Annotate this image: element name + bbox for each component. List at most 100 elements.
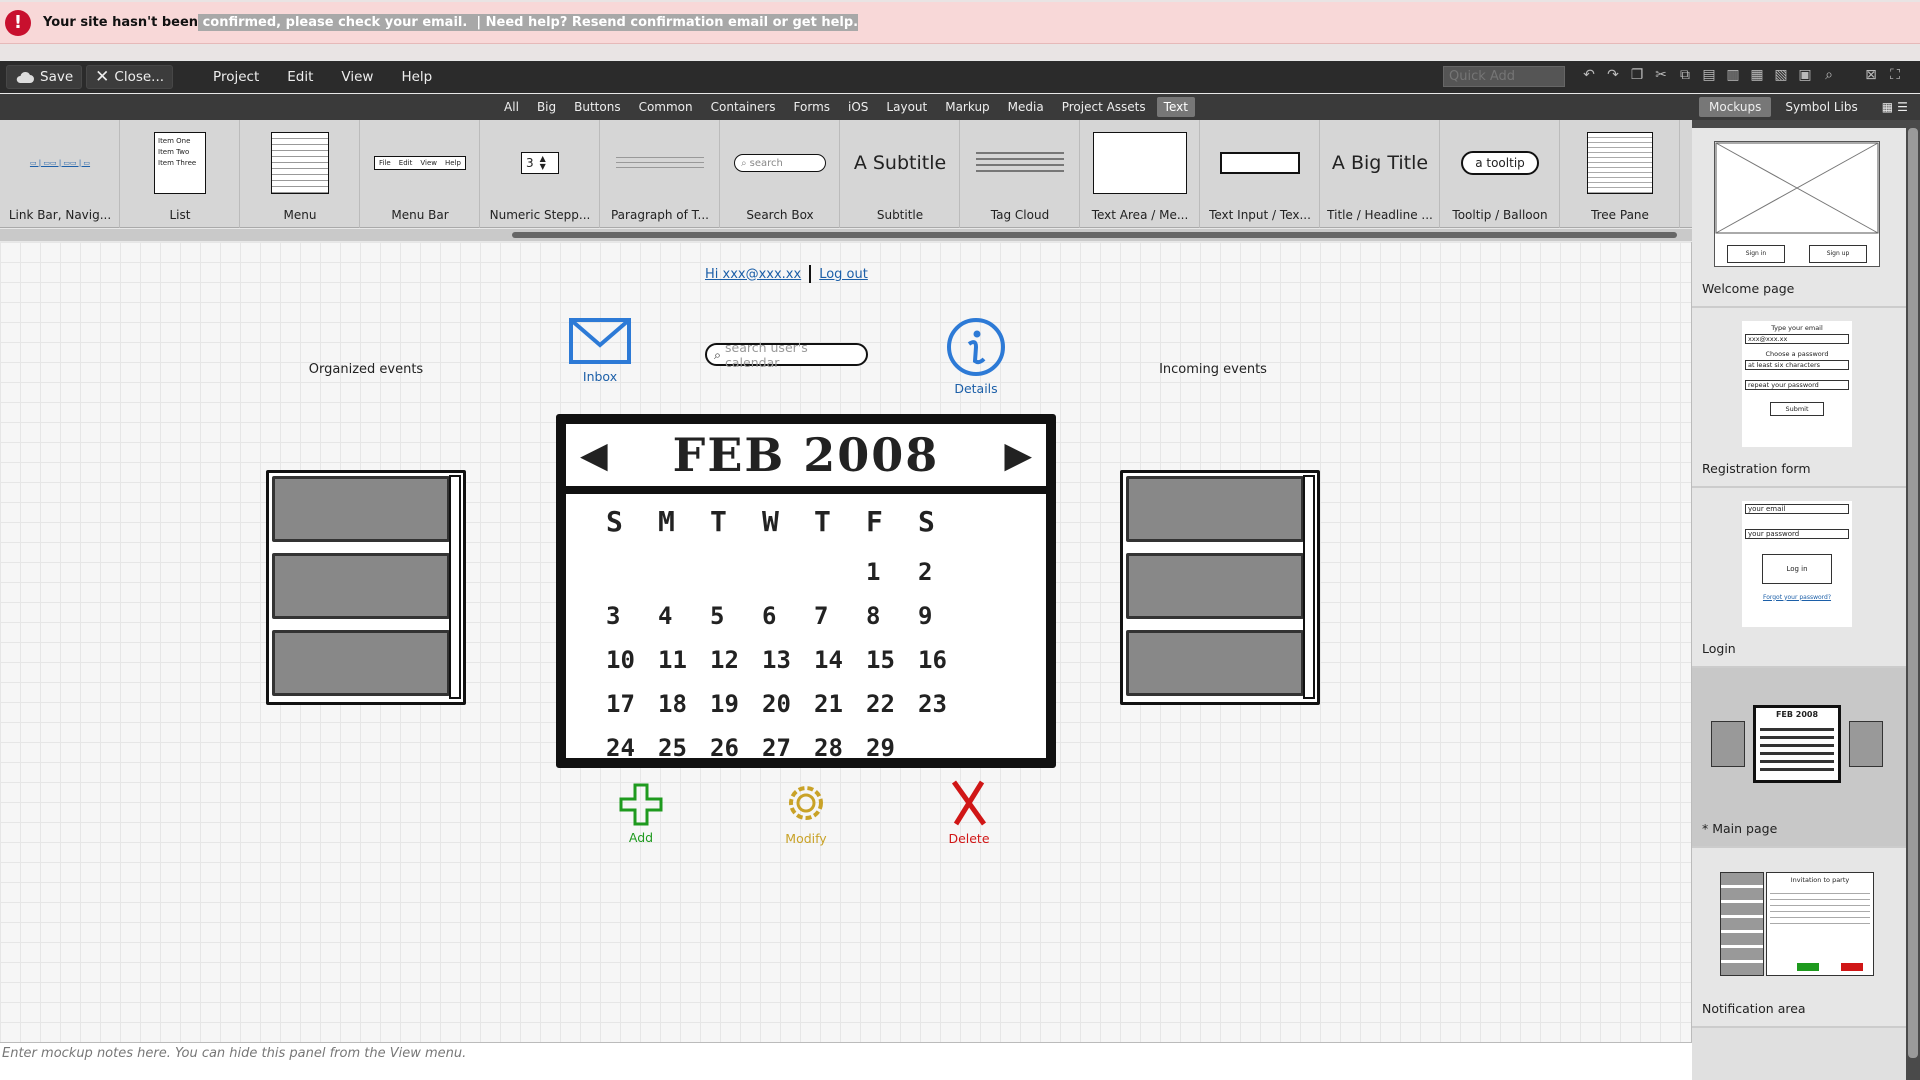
lib-list[interactable]: Item One Item Two Item Three List xyxy=(120,120,240,228)
close-button[interactable]: ✕ Close... xyxy=(86,65,174,89)
lib-numeric-stepper[interactable]: 3 ▲ ▼ Numeric Stepp... xyxy=(480,120,600,228)
mockup-thumb-welcome[interactable]: Sign in Sign up Welcome page xyxy=(1692,128,1906,308)
calendar-day[interactable]: 1 xyxy=(866,558,918,586)
lib-link-bar[interactable]: ▭ | ▭▭ | ▭▭ | ▭ Link Bar, Navig... xyxy=(0,120,120,228)
mockup-thumb-registration[interactable]: Type your email xxx@xxx.xx Choose a pass… xyxy=(1692,308,1906,488)
cut-icon[interactable]: ✂ xyxy=(1652,67,1670,83)
calendar-day[interactable]: 8 xyxy=(866,602,918,630)
menu-project[interactable]: Project xyxy=(199,69,273,85)
fullscreen-icon[interactable]: ⛶ xyxy=(1886,67,1904,83)
calendar-day[interactable]: 28 xyxy=(814,734,866,762)
panel-scrollbar[interactable] xyxy=(1908,128,1918,1058)
calendar-day[interactable]: 14 xyxy=(814,646,866,674)
lib-tag-cloud[interactable]: Tag Cloud xyxy=(960,120,1080,228)
undo-icon[interactable]: ↶ xyxy=(1580,67,1598,83)
menu-view[interactable]: View xyxy=(327,69,387,85)
lib-paragraph[interactable]: Paragraph of T... xyxy=(600,120,720,228)
cat-common[interactable]: Common xyxy=(632,97,700,117)
library-scrollbar-thumb[interactable] xyxy=(512,232,1677,238)
lib-title[interactable]: A Big Title Title / Headline ... xyxy=(1320,120,1440,228)
greeting-link[interactable]: Hi xxx@xxx.xx xyxy=(705,267,801,282)
calendar-day[interactable]: 5 xyxy=(710,602,762,630)
mockup-thumb-login[interactable]: your email your password Log in Forgot y… xyxy=(1692,488,1906,668)
mockup-canvas[interactable]: Hi xxx@xxx.xx Log out Inbox ⌕ search use… xyxy=(0,242,1692,1042)
list-item[interactable] xyxy=(272,476,450,542)
copy-icon[interactable]: ❐ xyxy=(1628,67,1646,83)
zoom-icon[interactable]: ⌕ xyxy=(1820,67,1838,83)
calendar-day[interactable]: 2 xyxy=(918,558,970,586)
lock-icon[interactable]: ▣ xyxy=(1796,67,1814,83)
modify-button[interactable]: Modify xyxy=(778,779,834,846)
add-button[interactable]: Add xyxy=(616,782,666,845)
lib-search-box[interactable]: ⌕ search Search Box xyxy=(720,120,840,228)
paste-icon[interactable]: ▤ xyxy=(1700,67,1718,83)
cat-forms[interactable]: Forms xyxy=(787,97,837,117)
calendar-day[interactable]: 19 xyxy=(710,690,762,718)
cat-markup[interactable]: Markup xyxy=(938,97,996,117)
calendar[interactable]: ◀ FEB 2008 ▶ S M T W T F S 1 2 3 4 5 6 7 8 9 10 11… xyxy=(556,414,1056,768)
calendar-day[interactable]: 3 xyxy=(606,602,658,630)
mockup-thumb-main[interactable]: FEB 2008 * Main page xyxy=(1692,668,1906,848)
calendar-day[interactable]: 17 xyxy=(606,690,658,718)
tab-mockups[interactable]: Mockups xyxy=(1699,97,1772,117)
calendar-day[interactable]: 20 xyxy=(762,690,814,718)
menu-edit[interactable]: Edit xyxy=(273,69,327,85)
calendar-day[interactable]: 25 xyxy=(658,734,710,762)
calendar-day[interactable]: 27 xyxy=(762,734,814,762)
list-item[interactable] xyxy=(1126,553,1304,619)
calendar-day[interactable]: 22 xyxy=(866,690,918,718)
list-item[interactable] xyxy=(1126,476,1304,542)
trash-icon[interactable]: ▥ xyxy=(1724,67,1742,83)
list-item[interactable] xyxy=(272,630,450,696)
lib-text-input[interactable]: Text Input / Tex... xyxy=(1200,120,1320,228)
next-month-icon[interactable]: ▶ xyxy=(1004,435,1032,476)
calendar-day[interactable]: 16 xyxy=(918,646,970,674)
prev-month-icon[interactable]: ◀ xyxy=(580,435,608,476)
incoming-events-list[interactable] xyxy=(1120,470,1320,705)
lib-text-area[interactable]: Text Area / Me... xyxy=(1080,120,1200,228)
quick-add-input[interactable] xyxy=(1443,66,1565,87)
calendar-day[interactable]: 21 xyxy=(814,690,866,718)
resend-link[interactable]: Resend confirmation email or get help. xyxy=(571,14,859,31)
lib-tooltip[interactable]: a tooltip Tooltip / Balloon xyxy=(1440,120,1560,228)
list-scrollbar[interactable] xyxy=(449,475,461,699)
calendar-day[interactable]: 15 xyxy=(866,646,918,674)
calendar-day[interactable]: 23 xyxy=(918,690,970,718)
calendar-day[interactable]: 4 xyxy=(658,602,710,630)
lib-subtitle[interactable]: A Subtitle Subtitle xyxy=(840,120,960,228)
cat-ios[interactable]: iOS xyxy=(841,97,875,117)
cat-media[interactable]: Media xyxy=(1001,97,1051,117)
cat-containers[interactable]: Containers xyxy=(704,97,783,117)
lib-tree-pane[interactable]: Tree Pane xyxy=(1560,120,1680,228)
inbox-button[interactable]: Inbox xyxy=(568,317,632,384)
calendar-day[interactable]: 11 xyxy=(658,646,710,674)
grid-view-icon[interactable]: ▦ xyxy=(1882,100,1893,114)
list-item[interactable] xyxy=(272,553,450,619)
calendar-day[interactable]: 10 xyxy=(606,646,658,674)
ungroup-icon[interactable]: ▧ xyxy=(1772,67,1790,83)
logout-link[interactable]: Log out xyxy=(819,267,868,282)
cat-all[interactable]: All xyxy=(497,97,526,117)
calendar-day[interactable]: 6 xyxy=(762,602,814,630)
delete-button[interactable]: Delete xyxy=(944,779,994,846)
mockup-notes-field[interactable]: Enter mockup notes here. You can hide th… xyxy=(0,1042,1692,1080)
calendar-day[interactable]: 26 xyxy=(710,734,762,762)
cat-big[interactable]: Big xyxy=(530,97,563,117)
group-icon[interactable]: ▦ xyxy=(1748,67,1766,83)
library-scrollbar[interactable] xyxy=(0,229,1692,241)
calendar-day[interactable]: 18 xyxy=(658,690,710,718)
organized-events-list[interactable] xyxy=(266,470,466,705)
calendar-day[interactable]: 29 xyxy=(866,734,918,762)
cat-layout[interactable]: Layout xyxy=(879,97,934,117)
list-item[interactable] xyxy=(1126,630,1304,696)
menu-help[interactable]: Help xyxy=(387,69,446,85)
cat-project-assets[interactable]: Project Assets xyxy=(1055,97,1153,117)
calendar-day[interactable]: 24 xyxy=(606,734,658,762)
cat-text[interactable]: Text xyxy=(1156,97,1195,117)
redo-icon[interactable]: ↷ xyxy=(1604,67,1622,83)
duplicate-icon[interactable]: ⧉ xyxy=(1676,67,1694,83)
calendar-day[interactable]: 9 xyxy=(918,602,970,630)
cat-buttons[interactable]: Buttons xyxy=(567,97,627,117)
list-view-icon[interactable]: ☰ xyxy=(1897,100,1908,114)
calendar-day[interactable]: 13 xyxy=(762,646,814,674)
